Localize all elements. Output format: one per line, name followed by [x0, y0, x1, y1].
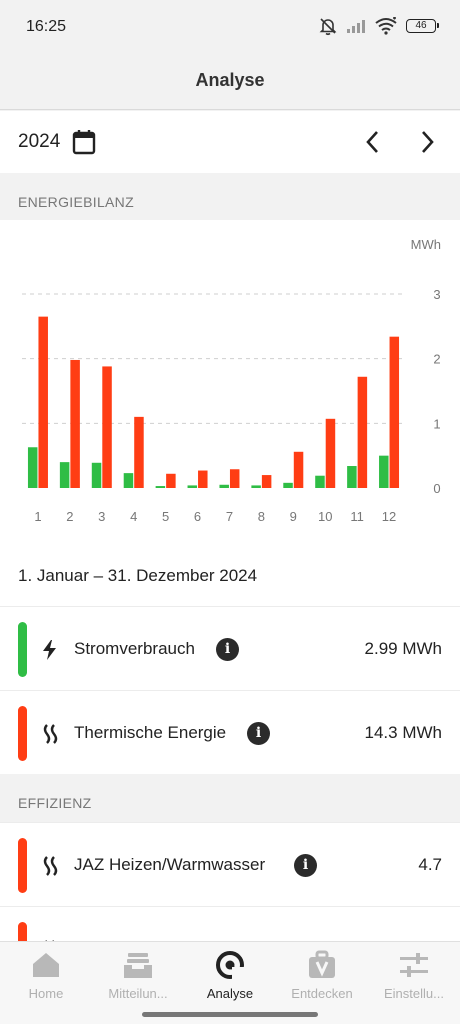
section-title-energy: ENERGIEBILANZ	[18, 194, 134, 210]
status-time: 16:25	[26, 18, 67, 35]
nav-label: Analyse	[206, 986, 254, 1001]
chart-bar	[251, 485, 261, 488]
period-label: 1. Januar – 31. Dezember 2024	[18, 566, 258, 585]
section-header-efficiency: EFFIZIENZ	[0, 774, 460, 822]
silent-alarm-icon	[319, 18, 337, 36]
x-tick-label: 7	[226, 509, 233, 524]
y-tick-label: 1	[433, 416, 440, 431]
nav-messages[interactable]: Mitteilun...	[92, 942, 184, 1012]
row-value: 4.7	[418, 855, 442, 874]
heat-waves-icon	[43, 856, 58, 876]
x-tick-label: 1	[34, 509, 41, 524]
status-bar: 16:25 46	[0, 0, 460, 56]
chart-bar	[102, 366, 112, 488]
home-indicator	[142, 1012, 318, 1017]
chart-bar	[155, 486, 166, 488]
chart-bar	[229, 469, 240, 488]
nav-label: Einstellu...	[384, 986, 444, 1001]
discover-bag-icon	[309, 950, 335, 978]
analyse-icon	[216, 951, 245, 980]
y-tick-label: 2	[433, 352, 440, 367]
chart-bar	[198, 470, 208, 488]
list-item-thermal[interactable]: Thermische Energie i 14.3 MWh	[0, 690, 460, 774]
x-tick-label: 8	[258, 509, 265, 524]
wifi-icon	[375, 17, 397, 35]
app-bar: Analyse	[0, 56, 460, 110]
y-axis-unit: MWh	[411, 237, 441, 252]
nav-analyse[interactable]: Analyse	[184, 942, 276, 1012]
nav-label: Entdecken	[291, 986, 353, 1001]
series-color-stripe	[18, 838, 27, 893]
heat-waves-icon	[43, 724, 58, 744]
chart-bar	[123, 473, 134, 488]
row-label: Thermische Energie	[74, 723, 227, 742]
chart-bar	[283, 482, 293, 488]
signal-icon	[347, 20, 365, 33]
nav-home[interactable]: Home	[0, 942, 92, 1012]
section-title-efficiency: EFFIZIENZ	[18, 795, 92, 811]
chart-bar	[347, 466, 357, 488]
chart-bar	[166, 473, 176, 488]
x-tick-label: 11	[350, 509, 364, 524]
chart-bar	[59, 462, 70, 488]
lightning-icon	[43, 640, 56, 660]
series-color-stripe	[18, 706, 27, 761]
home-icon	[33, 953, 59, 977]
nav-settings[interactable]: Einstellu...	[368, 942, 460, 1012]
x-tick-label: 3	[98, 509, 105, 524]
x-tick-label: 2	[66, 509, 73, 524]
chart-bar	[389, 336, 400, 488]
row-label: JAZ Heizen/Warmwasser	[74, 855, 266, 874]
inbox-icon	[124, 953, 152, 978]
chart-bar	[134, 416, 144, 488]
nav-discover[interactable]: Entdecken	[276, 942, 368, 1012]
section-header-energy: ENERGIEBILANZ	[0, 173, 460, 220]
x-tick-label: 5	[162, 509, 169, 524]
chart-bar	[293, 451, 304, 488]
x-tick-label: 12	[382, 509, 396, 524]
info-icon[interactable]: i	[294, 854, 317, 877]
nav-label: Mitteilun...	[108, 986, 168, 1001]
chart-bar	[261, 475, 272, 488]
status-icons: 46	[318, 16, 439, 36]
battery-indicator: 46	[406, 19, 439, 33]
next-year-button[interactable]	[416, 129, 438, 155]
info-icon[interactable]: i	[247, 722, 270, 745]
chart-bar	[70, 359, 80, 488]
row-value: 14.3 MWh	[364, 723, 442, 742]
x-tick-label: 9	[290, 509, 297, 524]
energy-chart-card: MWh 0 1 2 3 1 2 3 4 5 6 7 8 9 10 11 12 1. Januar – 31. D…	[0, 220, 460, 607]
x-tick-label: 4	[130, 509, 137, 524]
page-title: Analyse	[195, 70, 265, 90]
nav-label: Home	[28, 986, 64, 1001]
chart-bar	[27, 447, 38, 488]
list-item-jaz[interactable]: JAZ Heizen/Warmwasser i 4.7	[0, 822, 460, 906]
y-tick-label: 3	[433, 287, 440, 302]
chart-bar	[187, 485, 198, 488]
info-icon[interactable]: i	[216, 638, 239, 661]
year-value[interactable]: 2024	[18, 131, 60, 153]
previous-year-button[interactable]	[362, 129, 384, 155]
chart-bar	[325, 418, 336, 488]
x-tick-label: 6	[194, 509, 201, 524]
energy-bar-chart: MWh01231 2 3 4 5 6 7 8 9 10 11 12	[22, 237, 441, 524]
row-value: 2.99 MWh	[364, 639, 442, 658]
calendar-icon[interactable]	[72, 129, 96, 155]
chart-bar	[379, 455, 389, 488]
chart-bar	[38, 316, 48, 488]
row-label: Stromverbrauch	[74, 639, 195, 658]
chart-bar	[315, 475, 325, 488]
chart-bar	[357, 376, 368, 488]
series-color-stripe	[18, 622, 27, 677]
year-selector: 2024	[0, 111, 460, 173]
list-item-power[interactable]: Stromverbrauch i 2.99 MWh	[0, 606, 460, 690]
chart-bar	[91, 462, 102, 488]
chart-bar	[219, 484, 229, 488]
x-tick-label: 10	[318, 509, 332, 524]
sliders-icon	[400, 953, 428, 977]
y-tick-label: 0	[433, 481, 440, 496]
